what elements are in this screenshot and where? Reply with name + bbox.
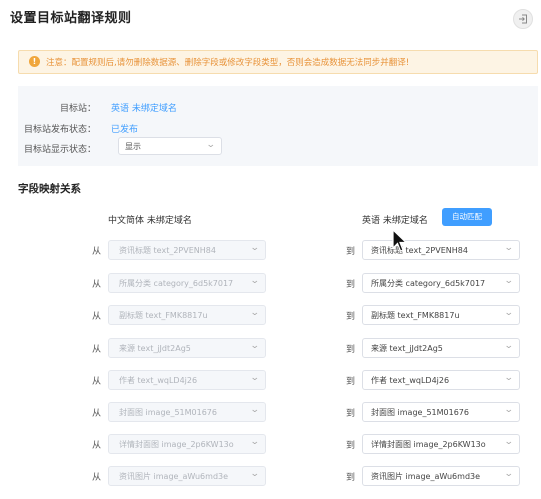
publish-status-value: 已发布 xyxy=(111,125,139,135)
from-label: 从 xyxy=(92,377,102,387)
from-label: 从 xyxy=(92,441,102,451)
mapping-row: 从 作者 text_wqLD4j26 ⌄ 到 作者 text_wqLD4j26 ⌄ xyxy=(0,370,541,390)
target-field-select[interactable]: 作者 text_wqLD4j26 ⌄ xyxy=(362,370,520,390)
chevron-down-icon: ⌄ xyxy=(504,405,515,415)
to-label: 到 xyxy=(346,247,356,257)
target-field-select[interactable]: 副标题 text_FMK8817u ⌄ xyxy=(362,305,520,325)
page-title: 设置目标站翻译规则 xyxy=(10,11,132,26)
chevron-down-icon: ⌄ xyxy=(206,140,217,150)
publish-status-label: 目标站发布状态： xyxy=(23,125,96,135)
chevron-down-icon: ⌄ xyxy=(250,405,261,415)
mapping-row: 从 封面图 image_51M01676 ⌄ 到 封面图 image_51M016… xyxy=(0,402,541,422)
chevron-down-icon: ⌄ xyxy=(504,341,515,351)
warning-icon: ! xyxy=(29,56,40,67)
chevron-down-icon: ⌄ xyxy=(250,243,261,253)
chevron-down-icon: ⌄ xyxy=(504,373,515,383)
target-column-header: 英语 未绑定域名 xyxy=(362,216,428,226)
warning-notice: ! 注意：配置规则后,请勿删除数据源、删除字段或修改字段类型，否则会造成数据无法… xyxy=(18,50,538,74)
from-label: 从 xyxy=(92,345,102,355)
chevron-down-icon: ⌄ xyxy=(504,437,515,447)
target-field-select[interactable]: 所属分类 category_6d5k7017 ⌄ xyxy=(362,273,520,293)
to-label: 到 xyxy=(346,312,356,322)
notice-text: 注意：配置规则后,请勿删除数据源、删除字段或修改字段类型，否则会造成数据无法同步… xyxy=(46,58,410,68)
chevron-down-icon: ⌄ xyxy=(504,469,515,479)
to-label: 到 xyxy=(346,441,356,451)
source-field-select: 资讯标题 text_2PVENH84 ⌄ xyxy=(108,240,266,260)
section-title: 字段映射关系 xyxy=(18,183,81,195)
title-bar: 设置目标站翻译规则 xyxy=(0,0,541,34)
target-field-select[interactable]: 详情封面图 image_2p6KW13o ⌄ xyxy=(362,434,520,454)
exit-button[interactable] xyxy=(513,9,533,29)
target-site-info xyxy=(18,86,538,166)
target-field-select[interactable]: 资讯标题 text_2PVENH84 ⌄ xyxy=(362,240,520,260)
display-status-value: 显示 xyxy=(125,142,141,151)
from-label: 从 xyxy=(92,312,102,322)
source-field-select: 来源 text_jJdt2Ag5 ⌄ xyxy=(108,338,266,358)
display-status-label: 目标站显示状态： xyxy=(23,145,96,155)
target-field-select[interactable]: 资讯图片 image_aWu6md3e ⌄ xyxy=(362,466,520,486)
display-status-select[interactable]: 显示 ⌄ xyxy=(118,137,222,155)
to-label: 到 xyxy=(346,473,356,483)
chevron-down-icon: ⌄ xyxy=(250,437,261,447)
from-label: 从 xyxy=(92,247,102,257)
chevron-down-icon: ⌄ xyxy=(250,341,261,351)
mapping-row: 从 所属分类 category_6d5k7017 ⌄ 到 所属分类 categor… xyxy=(0,273,541,293)
to-label: 到 xyxy=(346,409,356,419)
chevron-down-icon: ⌄ xyxy=(504,308,515,318)
target-site-value: 英语 未绑定域名 xyxy=(111,104,177,114)
chevron-down-icon: ⌄ xyxy=(250,276,261,286)
chevron-down-icon: ⌄ xyxy=(504,276,515,286)
chevron-down-icon: ⌄ xyxy=(504,243,515,253)
source-field-select: 所属分类 category_6d5k7017 ⌄ xyxy=(108,273,266,293)
mapping-row: 从 资讯标题 text_2PVENH84 ⌄ 到 资讯标题 text_2PVENH… xyxy=(0,240,541,260)
chevron-down-icon: ⌄ xyxy=(250,308,261,318)
target-field-select[interactable]: 封面图 image_51M01676 ⌄ xyxy=(362,402,520,422)
chevron-down-icon: ⌄ xyxy=(250,469,261,479)
target-site-label: 目标站： xyxy=(59,104,96,114)
to-label: 到 xyxy=(346,377,356,387)
from-label: 从 xyxy=(92,473,102,483)
from-label: 从 xyxy=(92,280,102,290)
chevron-down-icon: ⌄ xyxy=(250,373,261,383)
source-field-select: 封面图 image_51M01676 ⌄ xyxy=(108,402,266,422)
source-column-header: 中文简体 未绑定域名 xyxy=(108,216,192,226)
to-label: 到 xyxy=(346,345,356,355)
from-label: 从 xyxy=(92,409,102,419)
mapping-row: 从 详情封面图 image_2p6KW13o ⌄ 到 详情封面图 image_2p… xyxy=(0,434,541,454)
source-field-select: 资讯图片 image_aWu6md3e ⌄ xyxy=(108,466,266,486)
mouse-cursor-icon xyxy=(392,229,408,252)
mapping-row: 从 副标题 text_FMK8817u ⌄ 到 副标题 text_FMK8817u… xyxy=(0,305,541,325)
mapping-row: 从 资讯图片 image_aWu6md3e ⌄ 到 资讯图片 image_aWu6… xyxy=(0,466,541,486)
source-field-select: 作者 text_wqLD4j26 ⌄ xyxy=(108,370,266,390)
exit-icon xyxy=(519,14,527,24)
mapping-row: 从 来源 text_jJdt2Ag5 ⌄ 到 来源 text_jJdt2Ag5 ⌄ xyxy=(0,338,541,358)
auto-match-button[interactable]: 自动匹配 xyxy=(442,208,492,226)
source-field-select: 副标题 text_FMK8817u ⌄ xyxy=(108,305,266,325)
target-field-select[interactable]: 来源 text_jJdt2Ag5 ⌄ xyxy=(362,338,520,358)
source-field-select: 详情封面图 image_2p6KW13o ⌄ xyxy=(108,434,266,454)
to-label: 到 xyxy=(346,280,356,290)
